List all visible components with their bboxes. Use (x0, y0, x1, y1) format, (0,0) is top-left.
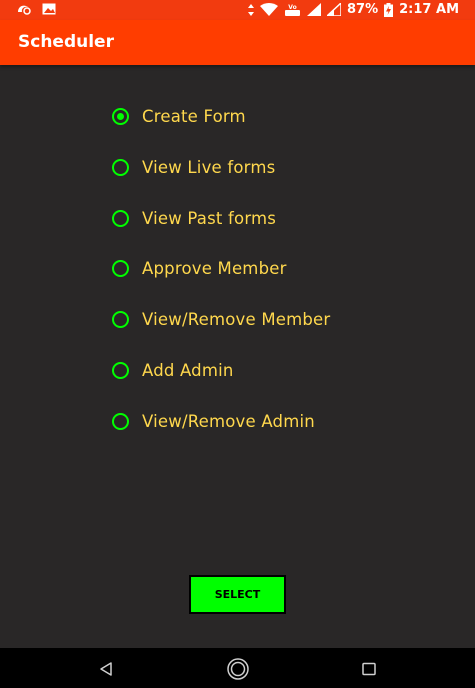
radio-checked-icon[interactable] (112, 108, 129, 125)
menu-radio-group: Create Form View Live forms View Past fo… (112, 104, 330, 460)
radio-label[interactable]: View Past forms (142, 209, 276, 228)
radio-option-view-live-forms[interactable]: View Live forms (112, 155, 330, 180)
data-arrows-icon (248, 3, 255, 16)
radio-unchecked-icon[interactable] (112, 311, 129, 329)
signal-1-icon (307, 3, 322, 16)
radio-option-view-remove-admin[interactable]: View/Remove Admin (112, 409, 330, 434)
radio-unchecked-icon[interactable] (112, 260, 129, 278)
radio-option-approve-member[interactable]: Approve Member (112, 256, 330, 281)
wifi-icon (260, 3, 279, 16)
select-button[interactable]: SELECT (189, 575, 286, 614)
home-icon[interactable] (226, 657, 250, 681)
radio-label[interactable]: Create Form (142, 107, 246, 126)
back-icon[interactable] (96, 658, 118, 680)
radio-option-view-remove-member[interactable]: View/Remove Member (112, 307, 330, 332)
radio-label[interactable]: View/Remove Admin (142, 412, 315, 431)
status-right: Vo 87% 2:17 AM (248, 2, 459, 17)
radio-unchecked-icon[interactable] (112, 361, 129, 379)
signal-2-icon (327, 3, 342, 16)
status-bar: Vo 87% 2:17 AM (0, 0, 475, 20)
radio-unchecked-icon[interactable] (112, 209, 129, 227)
app-title: Scheduler (18, 32, 114, 52)
radio-label[interactable]: View Live forms (142, 158, 275, 177)
recents-icon[interactable] (358, 658, 380, 680)
svg-text:Vo: Vo (288, 4, 296, 11)
radio-option-add-admin[interactable]: Add Admin (112, 358, 330, 383)
status-left (16, 2, 56, 15)
volte-lte-icon: Vo (284, 3, 301, 17)
radio-unchecked-icon[interactable] (112, 412, 129, 430)
image-icon (42, 3, 56, 15)
battery-percent: 87% (347, 2, 379, 17)
navigation-bar (0, 648, 475, 688)
radio-label[interactable]: Add Admin (142, 361, 234, 380)
clock: 2:17 AM (399, 2, 459, 17)
battery-charging-icon (384, 2, 394, 17)
app-screen: Vo 87% 2:17 AM Scheduler Create Form Vie… (0, 0, 475, 688)
app-bar: Scheduler (0, 20, 475, 65)
radio-option-create-form[interactable]: Create Form (112, 104, 330, 129)
radio-label[interactable]: Approve Member (142, 259, 287, 278)
uc-browser-icon (16, 2, 32, 15)
radio-option-view-past-forms[interactable]: View Past forms (112, 206, 330, 231)
radio-label[interactable]: View/Remove Member (142, 310, 330, 329)
radio-unchecked-icon[interactable] (112, 158, 129, 176)
